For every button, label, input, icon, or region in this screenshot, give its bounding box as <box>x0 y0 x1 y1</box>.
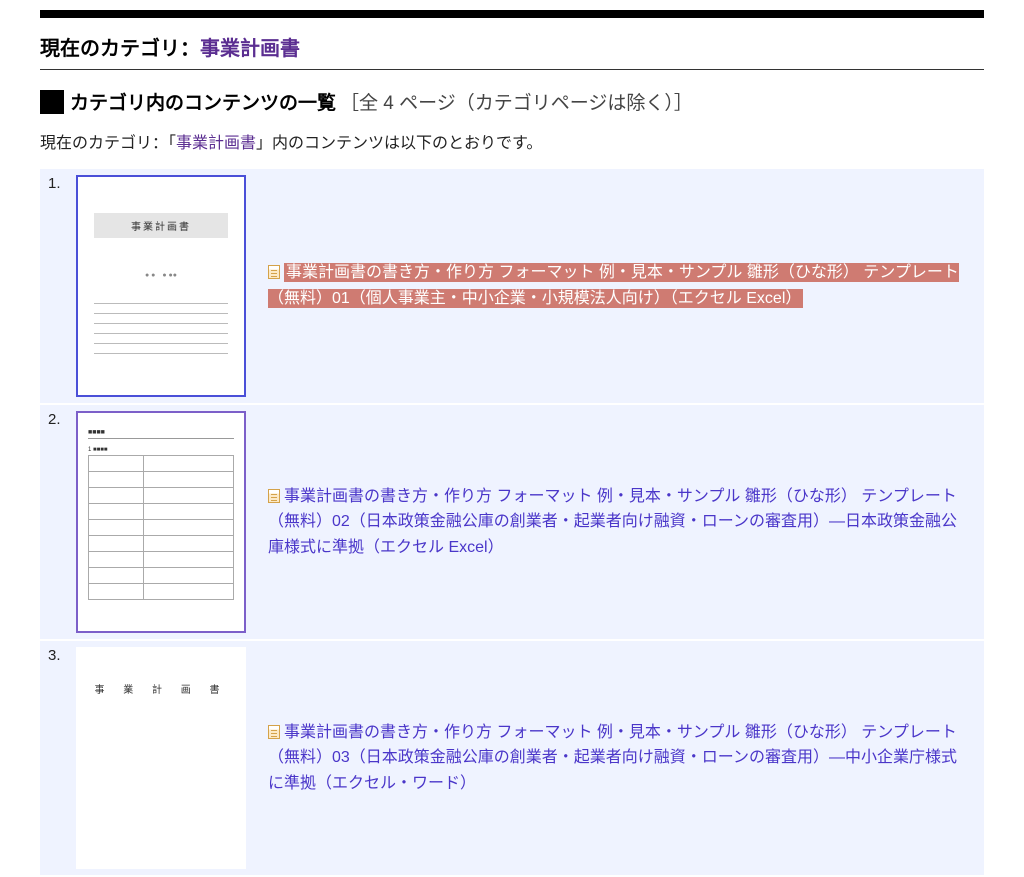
list-item-title: 事業計画書の書き方・作り方 フォーマット 例・見本・サンプル 雛形（ひな形） テ… <box>268 724 957 792</box>
list-item-link[interactable]: 事業計画書の書き方・作り方 フォーマット 例・見本・サンプル 雛形（ひな形） テ… <box>268 488 957 556</box>
description-prefix: 現在のカテゴリ：「 <box>40 135 176 152</box>
document-icon <box>268 725 280 739</box>
thumbnail-column: 事 業 計 画 書 <box>76 641 256 875</box>
list-item-number: 3. <box>40 641 76 875</box>
document-icon <box>268 265 280 279</box>
list-item-entry: 事業計画書の書き方・作り方 フォーマット 例・見本・サンプル 雛形（ひな形） テ… <box>268 720 968 797</box>
list-item: 1. 事業計画書 ● ● ● ●● 事業計画書の書き方・作り方 フォーマット 例… <box>40 169 984 403</box>
list-item: 2. ■■■■ 1 ■■■■ <box>40 405 984 639</box>
list-item-number: 2. <box>40 405 76 639</box>
top-divider <box>40 10 984 18</box>
list-item-link[interactable]: 事業計画書の書き方・作り方 フォーマット 例・見本・サンプル 雛形（ひな形） テ… <box>268 724 957 792</box>
list-item-body: 事業計画書の書き方・作り方 フォーマット 例・見本・サンプル 雛形（ひな形） テ… <box>256 405 984 639</box>
list-item-entry: 事業計画書の書き方・作り方 フォーマット 例・見本・サンプル 雛形（ひな形） テ… <box>268 260 968 311</box>
category-header-name: 事業計画書 <box>200 38 300 60</box>
thumbnail-preview[interactable]: 事業計画書 ● ● ● ●● <box>76 175 246 397</box>
list-item-body: 事業計画書の書き方・作り方 フォーマット 例・見本・サンプル 雛形（ひな形） テ… <box>256 169 984 403</box>
category-header-label: 現在のカテゴリ： <box>40 38 200 60</box>
list-item-link[interactable]: 事業計画書の書き方・作り方 フォーマット 例・見本・サンプル 雛形（ひな形） テ… <box>268 263 959 308</box>
list-item-entry: 事業計画書の書き方・作り方 フォーマット 例・見本・サンプル 雛形（ひな形） テ… <box>268 484 968 561</box>
thumbnail-doc-title: ■■■■ <box>88 429 234 439</box>
description-suffix: 」内のコンテンツは以下のとおりです。 <box>256 135 542 152</box>
list-subheader-title: カテゴリ内のコンテンツの一覧 <box>70 88 336 115</box>
list-item: 3. 事 業 計 画 書 事業計画書の書き方・作り方 フォーマット 例・見本・サ… <box>40 641 984 875</box>
thumbnail-doc-title: 事 業 計 画 書 <box>90 681 232 696</box>
thumbnail-doc-title: 事業計画書 <box>94 213 228 238</box>
list-item-title: 事業計画書の書き方・作り方 フォーマット 例・見本・サンプル 雛形（ひな形） テ… <box>268 488 957 556</box>
list-item-body: 事業計画書の書き方・作り方 フォーマット 例・見本・サンプル 雛形（ひな形） テ… <box>256 641 984 875</box>
thumbnail-doc: ■■■■ 1 ■■■■ <box>78 413 244 610</box>
thumbnail-doc-table <box>88 455 234 600</box>
description-line: 現在のカテゴリ：「事業計画書」内のコンテンツは以下のとおりです。 <box>40 129 984 153</box>
thumbnail-column: 事業計画書 ● ● ● ●● <box>76 169 256 403</box>
thumbnail-column: ■■■■ 1 ■■■■ <box>76 405 256 639</box>
thumbnail-preview[interactable]: 事 業 計 画 書 <box>76 647 246 869</box>
category-header: 現在のカテゴリ：事業計画書 <box>40 32 984 70</box>
thumbnail-doc-meta: ● ● ● ●● <box>94 270 228 280</box>
list-subheader-count: ［全 4 ページ（カテゴリページは除く）］ <box>340 88 693 115</box>
description-category-link[interactable]: 事業計画書 <box>176 135 256 152</box>
content-list: 1. 事業計画書 ● ● ● ●● 事業計画書の書き方・作り方 フォーマット 例… <box>40 169 984 875</box>
thumbnail-doc: 事 業 計 画 書 <box>76 647 246 696</box>
list-subheader: カテゴリ内のコンテンツの一覧 ［全 4 ページ（カテゴリページは除く）］ <box>40 88 984 115</box>
thumbnail-doc: 事業計画書 ● ● ● ●● <box>78 177 244 354</box>
section-marker-icon <box>40 90 64 114</box>
thumbnail-doc-fields <box>94 294 228 354</box>
list-item-number: 1. <box>40 169 76 403</box>
thumbnail-doc-section: 1 ■■■■ <box>88 447 234 453</box>
list-item-title: 事業計画書の書き方・作り方 フォーマット 例・見本・サンプル 雛形（ひな形） テ… <box>268 263 959 308</box>
thumbnail-preview[interactable]: ■■■■ 1 ■■■■ <box>76 411 246 633</box>
document-icon <box>268 489 280 503</box>
